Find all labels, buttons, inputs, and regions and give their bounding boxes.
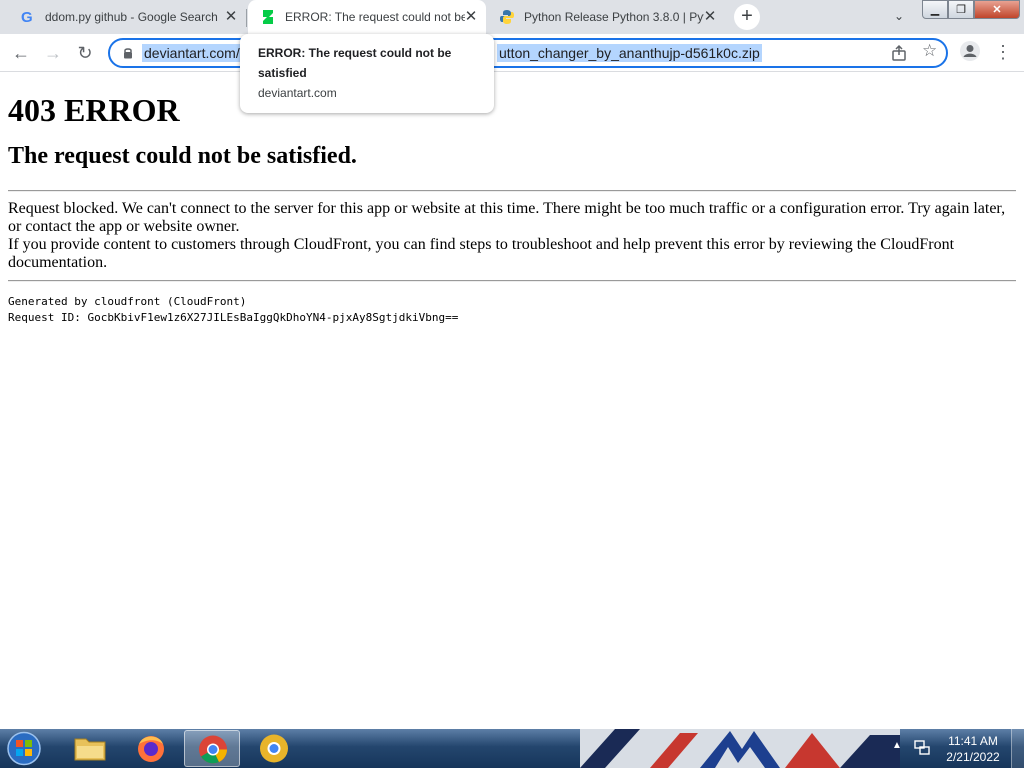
svg-text:G: G [21,9,33,25]
lock-icon[interactable] [122,47,134,59]
window-controls: ▁ ❐ ✕ [922,0,1022,19]
chrome-icon [199,735,227,764]
firefox-taskbar-button[interactable] [123,730,179,767]
close-icon[interactable]: ✕ [222,8,240,26]
address-bar[interactable]: deviantart.com/ utton_changer_by_ananthu… [108,38,948,68]
url-text-tail: utton_changer_by_ananthujp-d561k0c.zip [497,44,762,62]
divider [8,190,1016,192]
page-content: 403 ERROR The request could not be satis… [8,72,1016,326]
request-details: Generated by cloudfront (CloudFront) Req… [8,294,1016,326]
clock-date: 2/21/2022 [946,750,1000,764]
tab-title: ERROR: The request could not be satisfie… [285,10,465,24]
chrome-beta-icon [260,734,288,763]
profile-avatar-icon[interactable] [960,41,980,61]
maximize-button[interactable]: ❐ [948,0,974,19]
request-id: Request ID: GocbKbivF1ew1z6X27JILEsBaIgg… [8,311,459,324]
tab-hover-tooltip: ERROR: The request could not be satisfie… [240,34,494,113]
tooltip-title: ERROR: The request could not be satisfie… [258,46,452,80]
python-icon [500,10,514,24]
new-tab-button[interactable]: + [734,4,760,30]
clock-time: 11:41 AM [948,734,998,748]
tooltip-domain: deviantart.com [258,86,337,100]
error-message-line-1: Request blocked. We can't connect to the… [8,200,1006,235]
google-icon: G [21,9,33,25]
close-window-button[interactable]: ✕ [974,0,1020,19]
firefox-icon [138,736,164,762]
forward-arrow-icon[interactable]: → [40,40,66,66]
url-text: deviantart.com/ [142,44,242,62]
kebab-menu-icon[interactable]: ⋮ [994,40,1012,66]
file-explorer-taskbar-button[interactable] [62,730,118,767]
folder-icon [74,738,106,761]
divider [8,280,1016,282]
show-desktop-button[interactable] [1011,729,1024,768]
tab-title: ddom.py github - Google Search [45,10,218,24]
chevron-down-icon[interactable]: ⌄ [889,6,909,26]
show-hidden-icons-icon[interactable]: ▲ [892,740,902,751]
tab-separator [246,9,247,27]
network-icon[interactable] [913,739,931,757]
error-message: Request blocked. We can't connect to the… [8,200,1016,272]
generated-by: Generated by cloudfront (CloudFront) [8,295,247,308]
taskbar: ▲ 11:41 AM 2/21/2022 [0,729,1024,768]
system-clock[interactable]: 11:41 AM 2/21/2022 [940,733,1006,765]
minimize-button[interactable]: ▁ [922,0,948,19]
deviantart-icon [263,10,273,24]
page-subtitle: The request could not be satisfied. [8,143,357,169]
tab-strip: G ddom.py github - Google Search ✕ ERROR… [0,0,1024,34]
close-icon[interactable]: ✕ [701,8,719,26]
wallpaper-decoration [580,729,900,768]
error-message-line-2: If you provide content to customers thro… [8,236,955,271]
bookmark-star-icon[interactable]: ☆ [922,41,937,61]
close-icon[interactable]: ✕ [462,8,480,26]
tab-python-release[interactable]: Python Release Python 3.8.0 | Python.org… [487,0,725,34]
share-icon[interactable] [890,44,908,62]
browser-toolbar: ← → ↻ deviantart.com/ utton_changer_by_a… [0,34,1024,72]
chrome-beta-taskbar-button[interactable] [246,730,302,767]
page-title: 403 ERROR [8,92,180,128]
tab-google-search[interactable]: G ddom.py github - Google Search ✕ [8,0,246,34]
back-arrow-icon[interactable]: ← [8,40,34,66]
chrome-taskbar-button-active[interactable] [184,730,240,767]
tab-error-active[interactable]: ERROR: The request could not be satisfie… [248,0,486,34]
tab-title: Python Release Python 3.8.0 | Python.org [524,10,704,24]
windows-start-icon[interactable] [3,730,45,767]
reload-icon[interactable]: ↻ [72,40,98,66]
